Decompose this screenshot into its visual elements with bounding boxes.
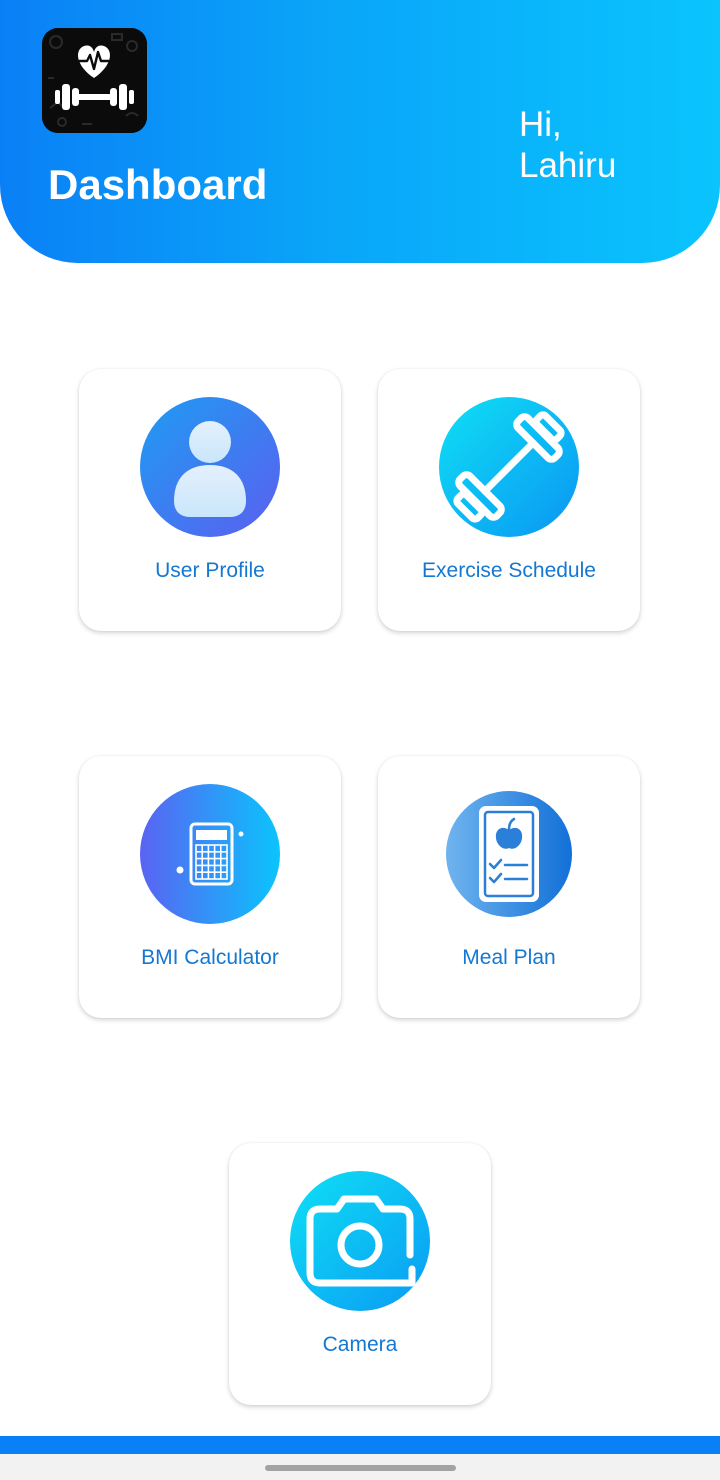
dashboard-header: Dashboard Hi, Lahiru — [0, 0, 720, 263]
page-title: Dashboard — [48, 161, 268, 208]
camera-card[interactable]: Camera — [229, 1143, 491, 1405]
bottom-accent-bar — [0, 1436, 720, 1454]
home-gesture-handle[interactable] — [265, 1465, 456, 1471]
exercise-schedule-card[interactable]: Exercise Schedule — [378, 369, 640, 631]
user-icon — [140, 397, 280, 537]
exercise-schedule-label: Exercise Schedule — [422, 559, 596, 582]
bmi-calculator-label: BMI Calculator — [141, 946, 279, 969]
heart-dumbbell-logo-icon — [42, 28, 147, 133]
camera-label: Camera — [322, 1333, 398, 1356]
user-profile-card[interactable]: User Profile — [79, 369, 341, 631]
meal-plan-card[interactable]: Meal Plan — [378, 756, 640, 1018]
meal-plan-label: Meal Plan — [462, 946, 556, 969]
system-navigation-bar — [0, 1454, 720, 1480]
dumbbell-icon — [439, 397, 579, 537]
user-greeting: Hi, Lahiru — [519, 104, 699, 186]
greeting-salutation: Hi, — [519, 105, 562, 144]
greeting-username: Lahiru — [519, 146, 617, 185]
dashboard-screen: Dashboard Hi, Lahiru User Profile Exerci… — [0, 0, 720, 1480]
calculator-icon — [140, 784, 280, 924]
meal-plan-icon — [439, 784, 579, 924]
camera-icon — [290, 1171, 430, 1311]
bmi-calculator-card[interactable]: BMI Calculator — [79, 756, 341, 1018]
user-profile-label: User Profile — [155, 559, 265, 582]
